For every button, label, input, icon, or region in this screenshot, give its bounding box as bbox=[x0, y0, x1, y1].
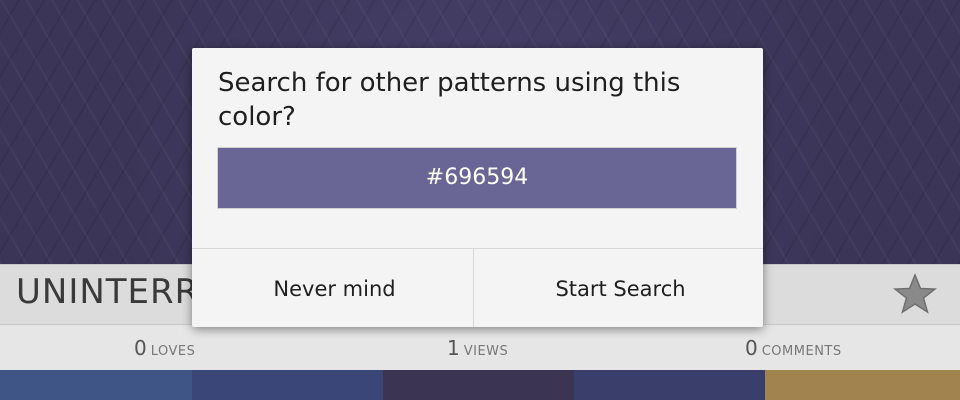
dialog-title: Search for other patterns using this col… bbox=[218, 68, 681, 132]
views-count: 1 bbox=[447, 336, 460, 360]
palette-swatch[interactable] bbox=[192, 370, 383, 400]
views-label: VIEWS bbox=[463, 344, 509, 359]
color-preview: #696594 bbox=[217, 147, 737, 209]
palette-swatch[interactable] bbox=[574, 370, 765, 400]
comments-stat: 0 COMMENTS bbox=[745, 336, 842, 360]
comments-count: 0 bbox=[745, 336, 758, 360]
loves-count: 0 bbox=[134, 336, 147, 360]
palette-swatch[interactable] bbox=[765, 370, 960, 400]
never-mind-button[interactable]: Never mind bbox=[192, 249, 477, 327]
palette-swatch[interactable] bbox=[383, 370, 574, 400]
start-search-button[interactable]: Start Search bbox=[478, 249, 763, 327]
palette-swatch[interactable] bbox=[0, 370, 192, 400]
button-divider bbox=[473, 249, 474, 327]
star-icon[interactable] bbox=[893, 272, 937, 316]
color-palette bbox=[0, 370, 960, 400]
loves-stat: 0 LOVES bbox=[134, 336, 195, 360]
views-stat: 1 VIEWS bbox=[447, 336, 508, 360]
search-color-dialog: Search for other patterns using this col… bbox=[192, 48, 763, 327]
comments-label: COMMENTS bbox=[761, 344, 842, 359]
loves-label: LOVES bbox=[150, 344, 196, 359]
